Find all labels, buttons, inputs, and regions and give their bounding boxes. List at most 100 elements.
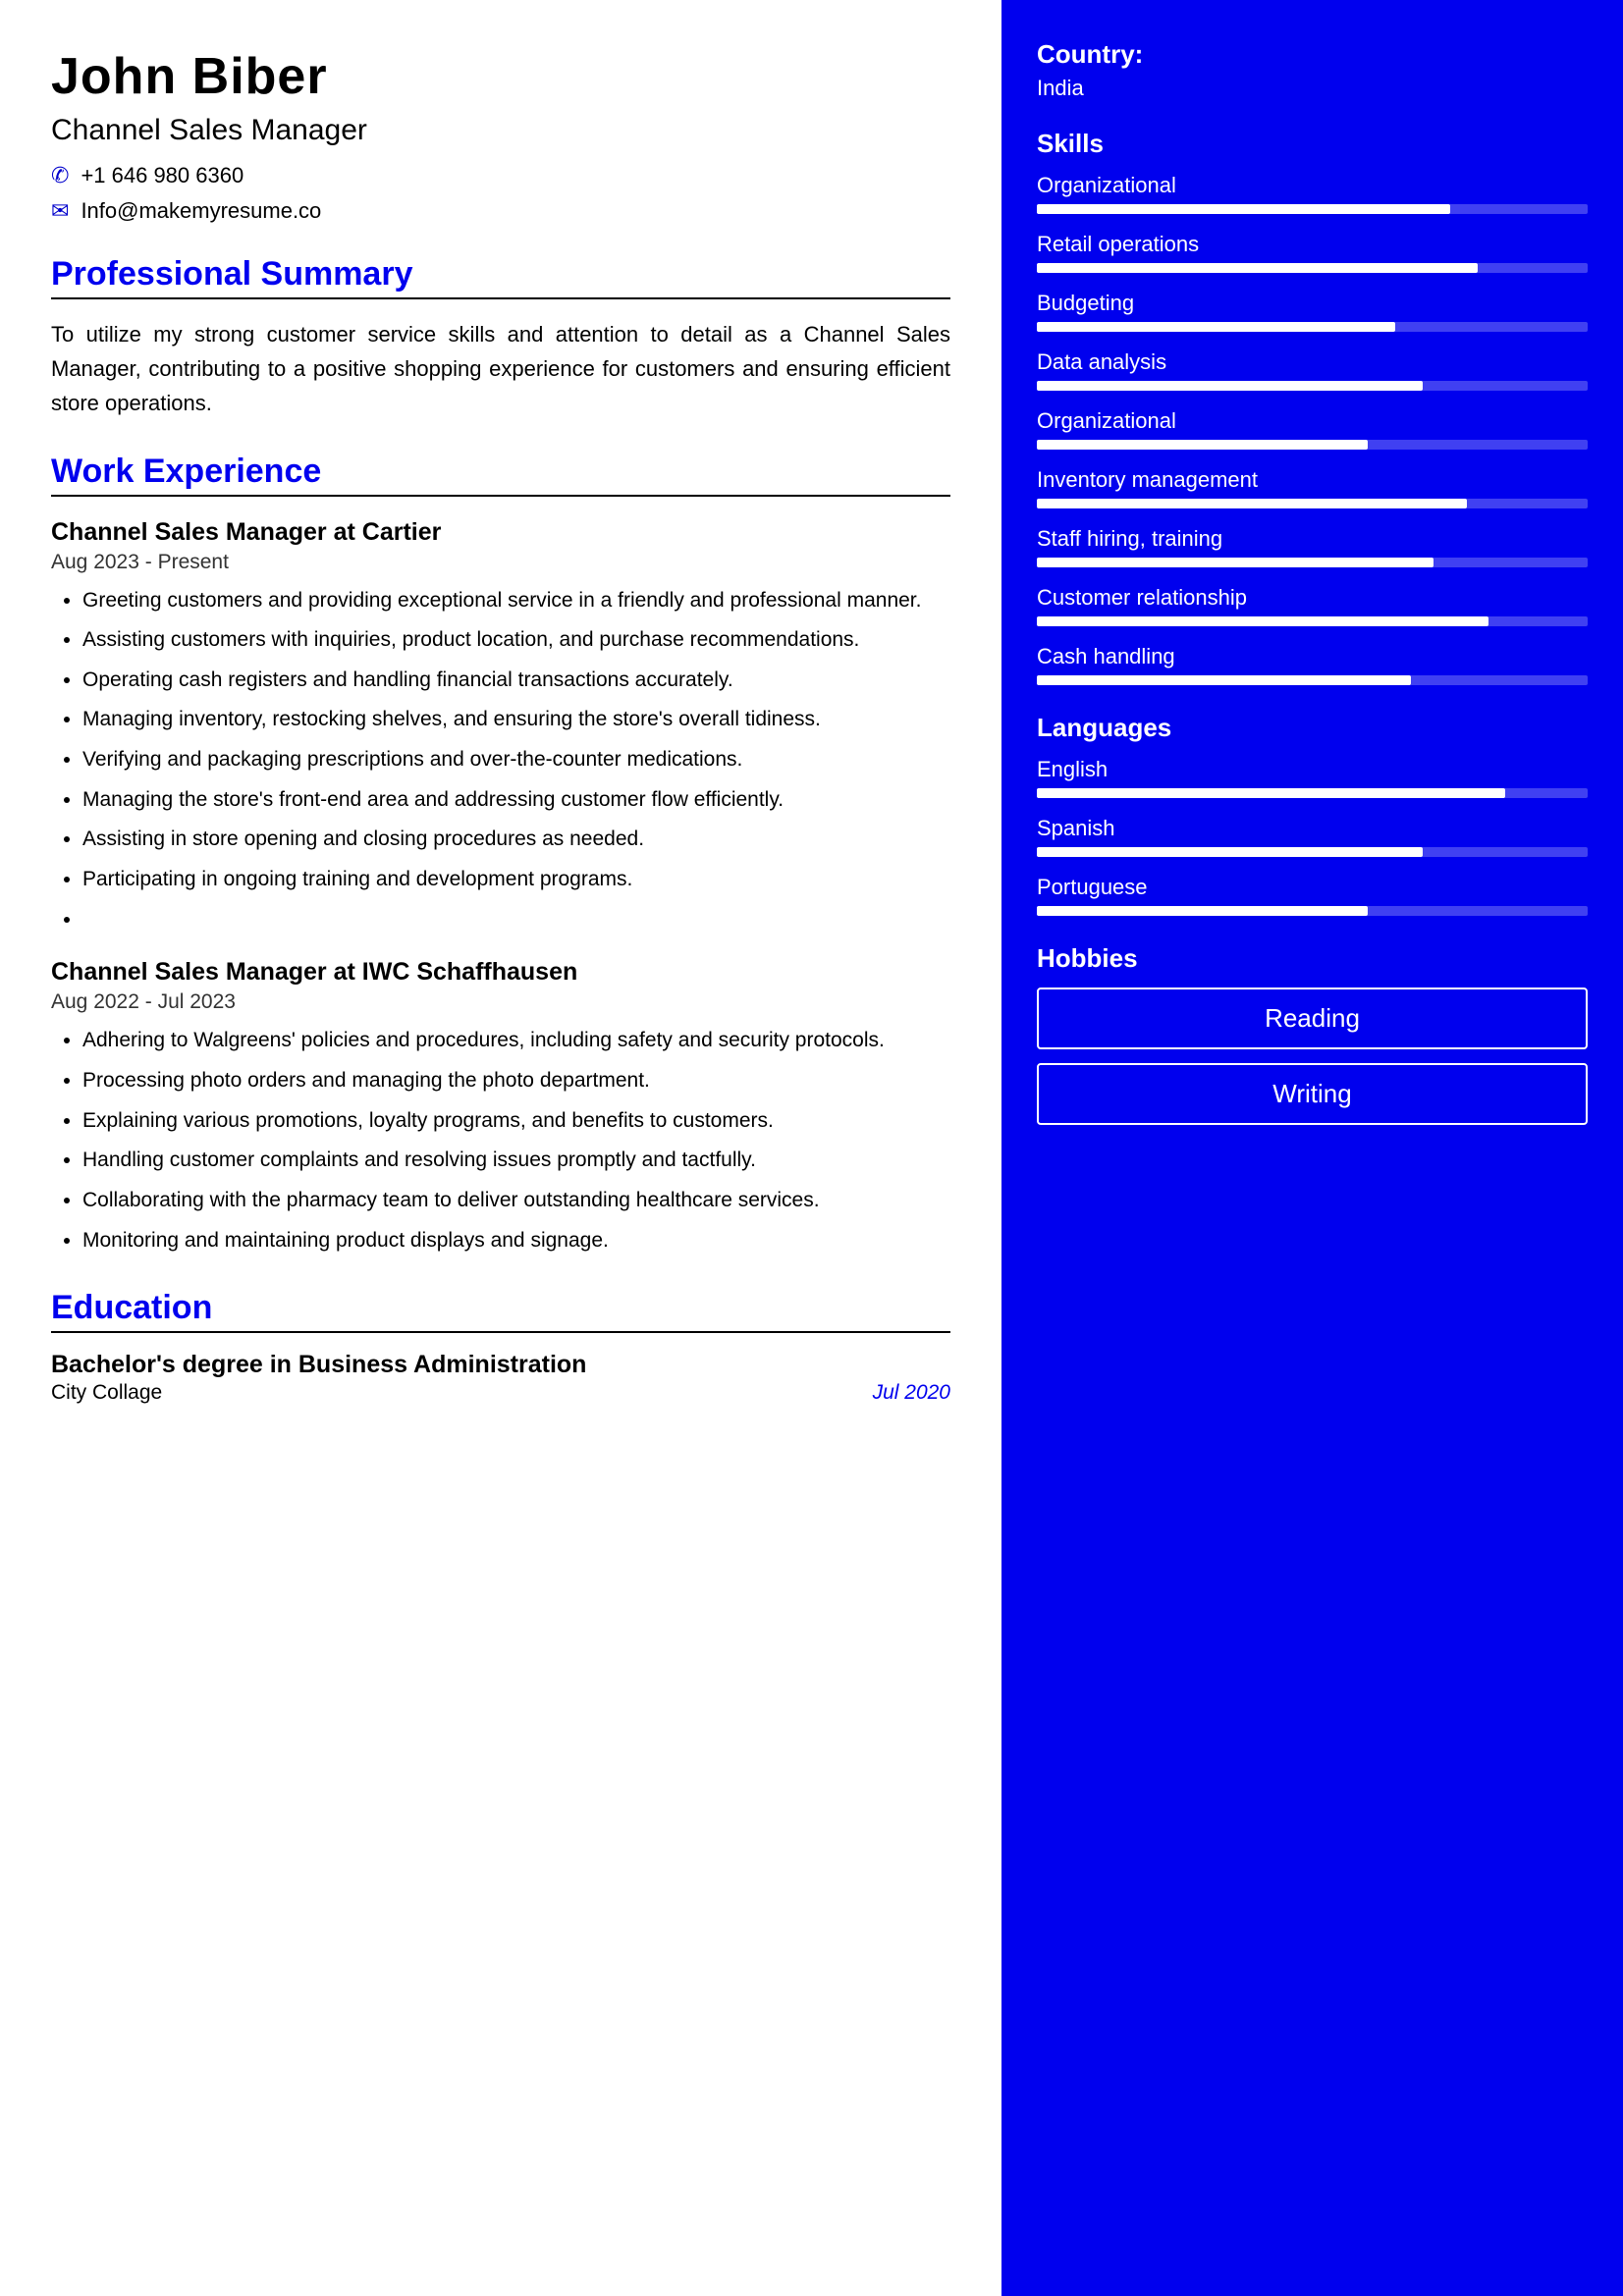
language-bar-fill-1 [1037,847,1423,857]
header-section: John Biber Channel Sales Manager ✆ +1 64… [51,47,950,224]
bullet-item: Greeting customers and providing excepti… [82,584,950,618]
skill-bar-fill-4 [1037,440,1368,450]
edu-school-1: City Collage [51,1381,162,1405]
skill-bar-bg-7 [1037,616,1588,626]
bullet-item: Operating cash registers and handling fi… [82,664,950,698]
skill-bar-fill-5 [1037,499,1467,508]
edu-school-row-1: City Collage Jul 2020 [51,1381,950,1405]
skill-bar-bg-5 [1037,499,1588,508]
hobby-reading: Reading [1037,988,1588,1049]
work-experience-section: Work Experience Channel Sales Manager at… [51,453,950,1258]
job-title-2: Channel Sales Manager at IWC Schaffhause… [51,958,950,987]
bullet-item: Assisting customers with inquiries, prod… [82,623,950,658]
right-column: Country: India Skills Organizational Ret… [1001,0,1623,2296]
job-entry-2: Channel Sales Manager at IWC Schaffhause… [51,958,950,1257]
bullet-item: Monitoring and maintaining product displ… [82,1224,950,1258]
bullet-item [82,903,950,937]
bullet-item: Collaborating with the pharmacy team to … [82,1184,950,1218]
skill-item-1: Retail operations [1037,232,1588,273]
bullet-item: Assisting in store opening and closing p… [82,823,950,857]
language-label-2: Portuguese [1037,875,1588,900]
education-title: Education [51,1289,950,1333]
skill-bar-fill-6 [1037,558,1434,567]
edu-degree-1: Bachelor's degree in Business Administra… [51,1351,950,1379]
skill-item-6: Staff hiring, training [1037,526,1588,567]
language-bar-fill-2 [1037,906,1368,916]
language-label-1: Spanish [1037,816,1588,841]
skill-item-5: Inventory management [1037,467,1588,508]
bullet-item: Participating in ongoing training and de… [82,863,950,897]
bullet-item: Verifying and packaging prescriptions an… [82,743,950,777]
language-bar-bg-0 [1037,788,1588,798]
candidate-name: John Biber [51,47,950,106]
skill-bar-fill-1 [1037,263,1478,273]
skill-bar-fill-3 [1037,381,1423,391]
bullet-item: Managing inventory, restocking shelves, … [82,703,950,737]
language-bar-bg-2 [1037,906,1588,916]
bullet-item: Adhering to Walgreens' policies and proc… [82,1024,950,1058]
language-bar-bg-1 [1037,847,1588,857]
skill-label-6: Staff hiring, training [1037,526,1588,552]
skill-label-3: Data analysis [1037,349,1588,375]
skill-bar-bg-8 [1037,675,1588,685]
hobbies-title: Hobbies [1037,943,1588,974]
phone-number: +1 646 980 6360 [81,163,243,188]
country-section: Country: India [1037,39,1588,101]
education-entry-1: Bachelor's degree in Business Administra… [51,1351,950,1405]
language-label-0: English [1037,757,1588,782]
candidate-title: Channel Sales Manager [51,114,950,147]
skill-bar-bg-0 [1037,204,1588,214]
skill-label-5: Inventory management [1037,467,1588,493]
skill-label-0: Organizational [1037,173,1588,198]
languages-title: Languages [1037,713,1588,743]
job-title-1: Channel Sales Manager at Cartier [51,518,950,547]
skill-item-7: Customer relationship [1037,585,1588,626]
summary-section: Professional Summary To utilize my stron… [51,255,950,421]
job-bullets-1: Greeting customers and providing excepti… [51,584,950,937]
language-item-2: Portuguese [1037,875,1588,916]
email-contact: ✉ Info@makemyresume.co [51,198,950,224]
skill-item-3: Data analysis [1037,349,1588,391]
skill-bar-bg-2 [1037,322,1588,332]
job-bullets-2: Adhering to Walgreens' policies and proc… [51,1024,950,1257]
skill-bar-fill-0 [1037,204,1450,214]
skill-bar-fill-8 [1037,675,1411,685]
phone-contact: ✆ +1 646 980 6360 [51,163,950,188]
summary-title: Professional Summary [51,255,950,299]
languages-section: Languages English Spanish Portuguese [1037,713,1588,916]
job-entry-1: Channel Sales Manager at Cartier Aug 202… [51,518,950,937]
skill-bar-bg-6 [1037,558,1588,567]
job-dates-1: Aug 2023 - Present [51,551,950,574]
language-item-1: Spanish [1037,816,1588,857]
skill-label-8: Cash handling [1037,644,1588,669]
hobbies-section: Hobbies Reading Writing [1037,943,1588,1125]
bullet-item: Explaining various promotions, loyalty p… [82,1104,950,1139]
skill-item-4: Organizational [1037,408,1588,450]
work-experience-title: Work Experience [51,453,950,497]
language-item-0: English [1037,757,1588,798]
bullet-item: Handling customer complaints and resolvi… [82,1144,950,1178]
skill-bar-bg-4 [1037,440,1588,450]
education-section: Education Bachelor's degree in Business … [51,1289,950,1405]
skill-item-2: Budgeting [1037,291,1588,332]
skill-bar-fill-7 [1037,616,1488,626]
skill-label-2: Budgeting [1037,291,1588,316]
skills-title: Skills [1037,129,1588,159]
skill-bar-bg-1 [1037,263,1588,273]
skill-bar-fill-2 [1037,322,1395,332]
hobby-writing: Writing [1037,1063,1588,1125]
skills-section: Skills Organizational Retail operations … [1037,129,1588,685]
skill-item-0: Organizational [1037,173,1588,214]
bullet-item: Processing photo orders and managing the… [82,1064,950,1098]
phone-icon: ✆ [51,163,69,188]
skill-label-4: Organizational [1037,408,1588,434]
country-value: India [1037,76,1588,101]
edu-date-1: Jul 2020 [873,1381,950,1405]
skill-item-8: Cash handling [1037,644,1588,685]
summary-text: To utilize my strong customer service sk… [51,317,950,421]
skill-label-7: Customer relationship [1037,585,1588,611]
country-label: Country: [1037,39,1588,70]
left-column: John Biber Channel Sales Manager ✆ +1 64… [0,0,1001,2296]
email-icon: ✉ [51,198,69,224]
skill-bar-bg-3 [1037,381,1588,391]
